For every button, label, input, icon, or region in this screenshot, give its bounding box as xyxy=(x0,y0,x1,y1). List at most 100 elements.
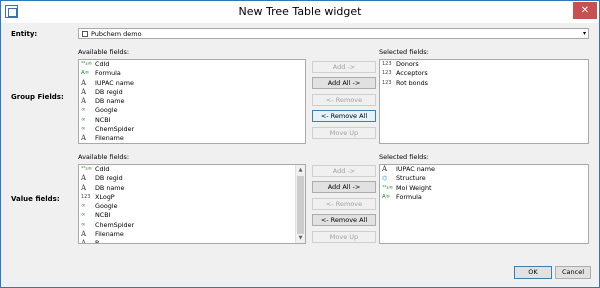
text-field-icon: A xyxy=(81,230,87,239)
value-remove-all-button[interactable]: <- Remove All xyxy=(312,214,376,226)
list-item[interactable]: A Filename xyxy=(79,134,305,143)
list-item[interactable]: A DB regid xyxy=(79,174,305,183)
value-available-list[interactable]: ¹²₃∞ CdId A DB regid A DB name 123 XLogP ∞ Google… xyxy=(78,164,306,244)
list-item-label: CdId xyxy=(95,165,110,173)
window-title: New Tree Table widget xyxy=(238,5,362,18)
text-calc-field-icon: A∞ xyxy=(81,70,90,77)
dialog-window: New Tree Table widget ✕ Entity: Pubchem … xyxy=(0,0,600,288)
list-item[interactable]: ¹²₃∞ CdId xyxy=(79,60,305,69)
group-available-list[interactable]: ¹²₃∞ CdId A∞ Formula A IUPAC name A DB regid A DB… xyxy=(78,59,306,144)
text-calc-field-icon: A∞ xyxy=(382,193,391,200)
list-item-label: Google xyxy=(95,106,118,115)
link-field-icon: ∞ xyxy=(81,126,86,133)
list-item[interactable]: ∞ ChemSpider xyxy=(79,125,305,134)
list-item[interactable]: ∞ Google xyxy=(79,202,305,211)
list-item-label: Filename xyxy=(95,230,124,239)
group-add-all-button[interactable]: Add All -> xyxy=(312,77,376,89)
text-field-icon: A xyxy=(81,239,87,244)
list-item[interactable]: A∞ Formula xyxy=(380,193,588,202)
list-item[interactable]: ∞ ChemSpider xyxy=(79,221,305,230)
calc-field-icon: ¹²₃∞ xyxy=(382,184,394,191)
list-item[interactable]: 123 XLogP xyxy=(79,193,305,202)
link-field-icon: ∞ xyxy=(81,203,86,210)
entity-value: Pubchem demo xyxy=(91,30,142,38)
list-item[interactable]: A IUPAC name xyxy=(380,165,588,174)
value-add-button[interactable]: Add -> xyxy=(312,165,376,177)
list-item[interactable]: A Filename xyxy=(79,230,305,239)
list-item-label: Mol Weight xyxy=(396,183,432,192)
group-add-button[interactable]: Add -> xyxy=(312,61,376,73)
number-field-icon: 123 xyxy=(382,61,392,67)
group-fields-label: Group Fields: xyxy=(11,93,64,101)
list-item-label: Formula xyxy=(95,69,121,78)
close-button[interactable]: ✕ xyxy=(573,2,597,19)
list-item-label: Acceptors xyxy=(396,69,428,78)
list-item-label: Rot bonds xyxy=(396,78,429,87)
list-item[interactable]: 123 Rot bonds xyxy=(380,79,588,88)
scroll-down-arrow-icon[interactable]: ▼ xyxy=(296,233,305,243)
list-item-label: Filename xyxy=(95,134,124,143)
text-field-icon: A xyxy=(81,78,87,87)
link-field-icon: ∞ xyxy=(81,221,86,228)
text-field-icon: A xyxy=(81,87,87,96)
table-icon xyxy=(82,31,88,37)
list-item-label: Google xyxy=(95,202,118,211)
number-field-icon: 123 xyxy=(382,70,392,77)
title-bar: New Tree Table widget ✕ xyxy=(1,1,599,23)
scroll-up-arrow-icon[interactable]: ▲ xyxy=(296,165,305,175)
value-selected-label: Selected fields: xyxy=(379,153,429,161)
value-available-label: Available fields: xyxy=(78,153,130,161)
list-item-label: P... xyxy=(95,239,104,244)
value-fields-label: Value fields: xyxy=(11,195,60,203)
value-add-all-button[interactable]: Add All -> xyxy=(312,181,376,193)
entity-label: Entity: xyxy=(11,30,38,38)
list-item[interactable]: ⌬ Structure xyxy=(380,174,588,183)
list-item-label: NCBI xyxy=(95,115,111,124)
list-item[interactable]: A DB name xyxy=(79,184,305,193)
number-field-icon: 123 xyxy=(382,79,392,86)
list-item[interactable]: ¹²₃∞ Mol Weight xyxy=(380,184,588,193)
list-item-label: IUPAC name xyxy=(396,165,435,173)
group-move-up-button[interactable]: Move Up xyxy=(312,127,376,139)
scrollbar-thumb[interactable] xyxy=(297,176,304,234)
list-item[interactable]: A∞ Formula xyxy=(79,69,305,78)
value-remove-button[interactable]: <- Remove xyxy=(312,198,376,210)
list-item[interactable]: 123 Acceptors xyxy=(380,69,588,78)
list-item[interactable]: A P... xyxy=(79,239,305,244)
value-selected-list[interactable]: A IUPAC name ⌬ Structure ¹²₃∞ Mol Weight A∞ For… xyxy=(379,164,589,244)
cancel-button[interactable]: Cancel xyxy=(555,266,591,279)
list-item-label: Donors xyxy=(396,60,419,68)
calc-field-icon: ¹²₃∞ xyxy=(81,166,93,172)
list-item[interactable]: A DB regid xyxy=(79,88,305,97)
group-selected-list[interactable]: 123 Donors 123 Acceptors 123 Rot bonds xyxy=(379,59,589,144)
text-field-icon: A xyxy=(382,165,388,173)
list-item-label: XLogP xyxy=(95,192,115,201)
list-item-label: ChemSpider xyxy=(95,125,135,134)
list-item-label: ChemSpider xyxy=(95,220,135,229)
group-available-label: Available fields: xyxy=(78,48,130,56)
entity-select[interactable]: Pubchem demo ▾ xyxy=(78,28,589,39)
list-item-label: IUPAC name xyxy=(95,78,134,87)
molecule-field-icon: ⌬ xyxy=(382,175,388,183)
value-available-scrollbar[interactable]: ▲ ▼ xyxy=(295,165,305,243)
list-item[interactable]: A IUPAC name xyxy=(79,79,305,88)
text-field-icon: A xyxy=(81,183,87,192)
group-remove-button[interactable]: <- Remove xyxy=(312,94,376,106)
group-selected-label: Selected fields: xyxy=(379,48,429,56)
list-item-label: DB regid xyxy=(95,87,123,96)
list-item[interactable]: 123 Donors xyxy=(380,60,588,69)
list-item[interactable]: ∞ NCBI xyxy=(79,211,305,220)
list-item[interactable]: ¹²₃∞ CdId xyxy=(79,165,305,174)
ok-button[interactable]: OK xyxy=(514,266,552,279)
list-item[interactable]: ∞ Google xyxy=(79,106,305,115)
chevron-down-icon[interactable]: ▾ xyxy=(583,30,586,37)
list-item[interactable]: A DB name xyxy=(79,97,305,106)
value-move-up-button[interactable]: Move Up xyxy=(312,231,376,243)
list-item-label: DB name xyxy=(95,97,125,106)
number-field-icon: 123 xyxy=(81,193,91,200)
list-item-label: NCBI xyxy=(95,211,111,220)
link-field-icon: ∞ xyxy=(81,107,86,114)
group-remove-all-button[interactable]: <- Remove All xyxy=(312,110,376,122)
list-item[interactable]: ∞ NCBI xyxy=(79,116,305,125)
text-field-icon: A xyxy=(81,174,87,183)
